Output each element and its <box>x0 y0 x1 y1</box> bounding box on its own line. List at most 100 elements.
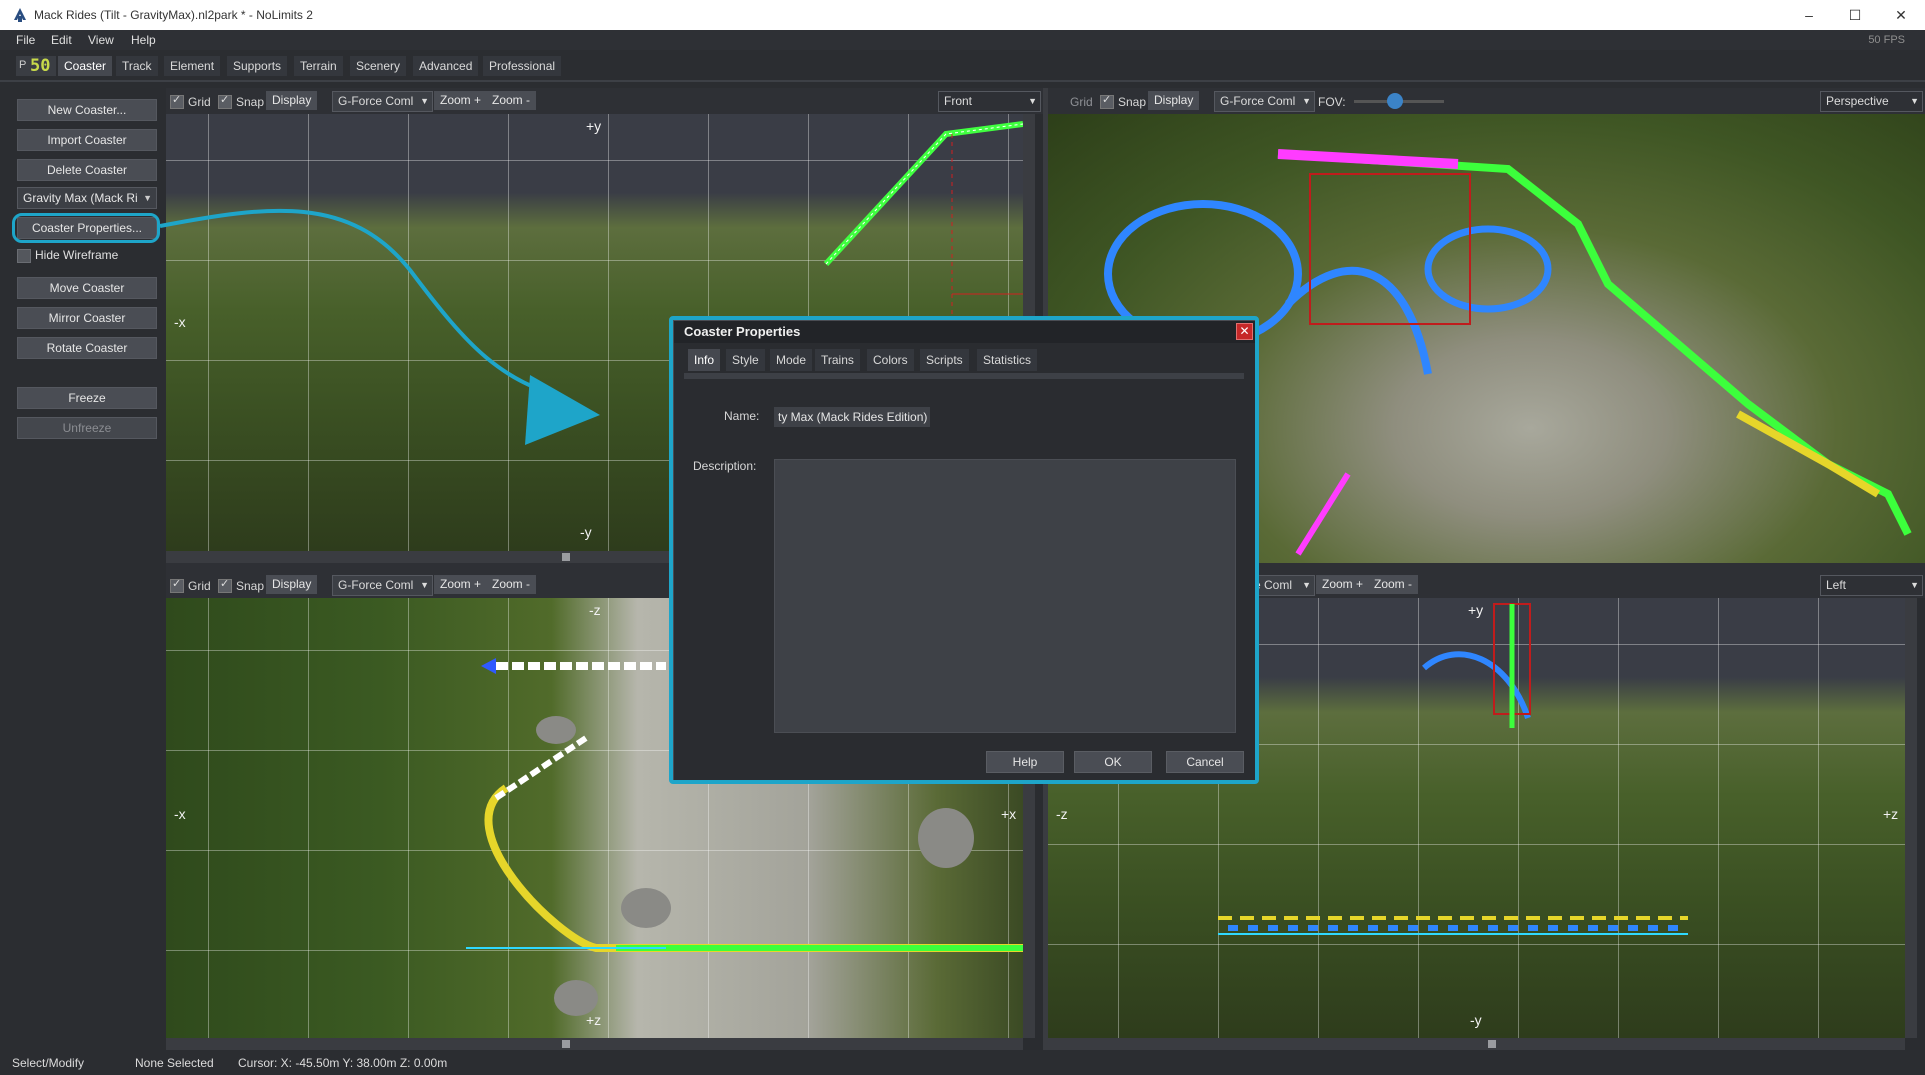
display-button[interactable]: Display <box>1148 91 1200 110</box>
app-icon <box>14 8 26 22</box>
fps-badge-value: 50 <box>30 56 51 76</box>
gforce-select[interactable]: G-Force Coml ▼ <box>332 575 433 596</box>
axis-label-minus-y: -y <box>580 524 592 540</box>
grid-checkbox[interactable] <box>170 93 184 109</box>
window-title: Mack Rides (Tilt - GravityMax).nl2park *… <box>34 8 313 22</box>
tab-terrain[interactable]: Terrain <box>294 56 343 76</box>
menu-edit[interactable]: Edit <box>51 33 72 47</box>
gforce-select-value: G-Force Coml <box>338 94 414 108</box>
chevron-down-icon: ▼ <box>1910 96 1919 106</box>
view-select-value: Front <box>944 94 973 108</box>
tab-advanced[interactable]: Advanced <box>413 56 479 76</box>
snap-checkbox[interactable] <box>1100 93 1114 109</box>
close-button[interactable]: ✕ <box>1878 0 1924 30</box>
fps-readout: 50 FPS <box>1868 34 1905 46</box>
status-cursor: Cursor: X: -45.50m Y: 38.00m Z: 0.00m <box>238 1056 448 1070</box>
menu-file[interactable]: File <box>16 33 35 47</box>
display-button[interactable]: Display <box>266 91 318 110</box>
new-coaster-button[interactable]: New Coaster... <box>17 99 157 121</box>
gforce-select[interactable]: G-Force Coml ▼ <box>332 91 433 112</box>
axis-label-plus-z: +z <box>1883 806 1899 822</box>
snap-label: Snap <box>1118 95 1147 109</box>
mode-tab-bar: P 50 Coaster Track Element Supports Terr… <box>0 50 1925 82</box>
menu-bar: File Edit View Help 50 FPS <box>0 30 1925 50</box>
menu-view[interactable]: View <box>88 33 114 47</box>
chevron-down-icon: ▼ <box>1302 96 1311 106</box>
dialog-highlight-outline <box>669 316 1259 784</box>
axis-label-plus-z: +z <box>586 1012 602 1028</box>
view-select[interactable]: Perspective ▼ <box>1820 91 1923 112</box>
zoom-in-button[interactable]: Zoom + <box>434 91 488 110</box>
maximize-button[interactable]: ☐ <box>1832 0 1878 30</box>
title-bar: Mack Rides (Tilt - GravityMax).nl2park *… <box>0 0 1925 30</box>
highlight-outline <box>12 213 160 243</box>
gforce-select-value: e Coml <box>1254 578 1293 592</box>
viewport-toolbar: Grid Snap Display G-Force Coml ▼ FOV: Per… <box>1048 88 1925 114</box>
minimize-button[interactable]: – <box>1786 0 1832 30</box>
view-select[interactable]: Left ▼ <box>1820 575 1923 596</box>
import-coaster-button[interactable]: Import Coaster <box>17 129 157 151</box>
view-select[interactable]: Front ▼ <box>938 91 1041 112</box>
tab-element[interactable]: Element <box>164 56 221 76</box>
mirror-coaster-button[interactable]: Mirror Coaster <box>17 307 157 329</box>
tab-supports[interactable]: Supports <box>227 56 288 76</box>
grid-label: Grid <box>1070 95 1093 109</box>
coaster-select-value: Gravity Max (Mack Ri <box>23 191 138 205</box>
gforce-select[interactable]: G-Force Coml ▼ <box>1214 91 1315 112</box>
menu-help[interactable]: Help <box>131 33 156 47</box>
scroll-thumb[interactable] <box>562 1040 570 1048</box>
annotation-arrow <box>159 208 600 445</box>
chevron-down-icon: ▼ <box>1910 580 1919 590</box>
zoom-out-button[interactable]: Zoom - <box>1368 575 1419 594</box>
view-select-value: Left <box>1826 578 1847 592</box>
tab-scenery[interactable]: Scenery <box>350 56 407 76</box>
chevron-down-icon: ▼ <box>1028 96 1037 106</box>
gforce-select-value: G-Force Coml <box>338 578 414 592</box>
chevron-down-icon: ▼ <box>420 96 429 106</box>
axis-label-plus-y: +y <box>1468 602 1484 618</box>
hide-wireframe-checkbox[interactable] <box>17 249 31 263</box>
axis-label-minus-z: -z <box>589 602 601 618</box>
vertical-scrollbar[interactable] <box>1905 598 1917 1038</box>
status-bar: Select/Modify None Selected Cursor: X: -… <box>0 1050 1925 1075</box>
tab-professional[interactable]: Professional <box>483 56 562 76</box>
sidebar: New Coaster... Import Coaster Delete Coa… <box>0 82 166 1050</box>
viewport-toolbar: Grid Snap Display G-Force Coml ▼ Zoom + Z… <box>166 88 1043 114</box>
tab-divider <box>0 80 1925 82</box>
grid-label: Grid <box>188 95 211 109</box>
axis-label-minus-z: -z <box>1056 806 1068 822</box>
snap-checkbox[interactable] <box>218 93 232 109</box>
axis-label-minus-x: -x <box>174 806 186 822</box>
axis-label-minus-y: -y <box>1470 1012 1482 1028</box>
fps-badge: P 50 <box>16 56 56 76</box>
zoom-out-button[interactable]: Zoom - <box>486 575 537 594</box>
rotate-coaster-button[interactable]: Rotate Coaster <box>17 337 157 359</box>
move-coaster-button[interactable]: Move Coaster <box>17 277 157 299</box>
status-selection: None Selected <box>135 1056 214 1070</box>
snap-label: Snap <box>236 579 265 593</box>
view-select-value: Perspective <box>1826 94 1889 108</box>
zoom-in-button[interactable]: Zoom + <box>434 575 488 594</box>
tab-coaster[interactable]: Coaster <box>58 56 113 76</box>
tab-track[interactable]: Track <box>116 56 158 76</box>
snap-checkbox[interactable] <box>218 577 232 593</box>
horizontal-scrollbar[interactable] <box>1048 1038 1905 1050</box>
scroll-thumb[interactable] <box>1488 1040 1496 1048</box>
zoom-in-button[interactable]: Zoom + <box>1316 575 1370 594</box>
grid-checkbox[interactable] <box>170 577 184 593</box>
coaster-select[interactable]: Gravity Max (Mack Ri ▼ <box>17 187 157 209</box>
gforce-select-value: G-Force Coml <box>1220 94 1296 108</box>
delete-coaster-button[interactable]: Delete Coaster <box>17 159 157 181</box>
grid-label: Grid <box>188 579 211 593</box>
scroll-thumb[interactable] <box>562 553 570 561</box>
horizontal-scrollbar[interactable] <box>166 1038 1023 1050</box>
axis-label-plus-x: +x <box>1001 806 1017 822</box>
fov-label: FOV: <box>1318 95 1346 109</box>
zoom-out-button[interactable]: Zoom - <box>486 91 537 110</box>
status-mode: Select/Modify <box>12 1056 85 1070</box>
display-button[interactable]: Display <box>266 575 318 594</box>
fov-slider-handle[interactable] <box>1387 93 1403 109</box>
hide-wireframe-label: Hide Wireframe <box>35 248 119 262</box>
freeze-button[interactable]: Freeze <box>17 387 157 409</box>
unfreeze-button[interactable]: Unfreeze <box>17 417 157 439</box>
